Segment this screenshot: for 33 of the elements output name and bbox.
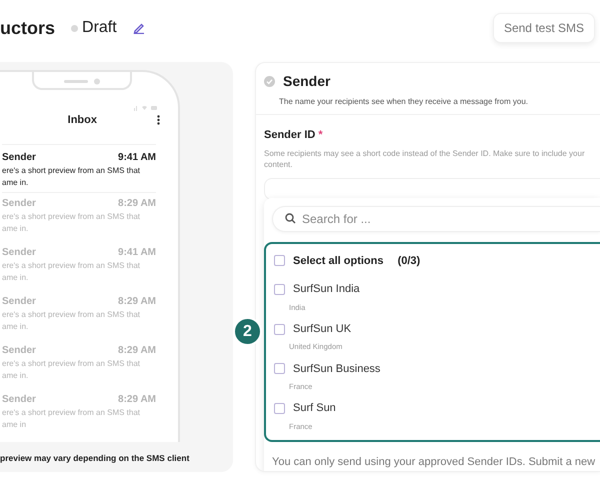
hint-text: content.: [264, 158, 294, 170]
submit-link[interactable]: Submit a new: [528, 456, 596, 468]
checkbox[interactable]: [274, 255, 285, 266]
option-label[interactable]: SurfSun UK: [293, 320, 352, 338]
selection-count: (0/3): [398, 254, 420, 268]
check-circle-icon: [264, 76, 275, 87]
send-test-button[interactable]: Send test SMS: [492, 13, 595, 43]
section-title: Sender: [283, 72, 330, 91]
footer-text: You can only send using your approved Sender IDs.: [272, 456, 526, 468]
select-all-label: Select all options: [293, 254, 384, 268]
inbox-title: Inbox: [68, 113, 97, 128]
option-label[interactable]: SurfSun Business: [293, 360, 380, 377]
option-label[interactable]: Surf Sun: [293, 400, 336, 417]
search-box[interactable]: Search for ...: [272, 206, 600, 232]
status-icons: [134, 104, 158, 111]
status-label: Draft: [82, 18, 117, 38]
option-label[interactable]: SurfSun India: [293, 281, 360, 298]
step-badge: 2: [233, 317, 262, 346]
search-icon: [285, 213, 296, 224]
field-label: Sender ID: [264, 129, 316, 141]
checkbox[interactable]: [274, 403, 285, 414]
more-icon[interactable]: [157, 115, 160, 126]
checkbox[interactable]: [274, 284, 285, 295]
hint-text: Some recipients may see a short code instead of the Sender ID. Make sure to include your: [264, 148, 586, 158]
required-mark: *: [318, 129, 323, 141]
checkbox[interactable]: [274, 363, 285, 374]
checkbox[interactable]: [274, 324, 285, 334]
search-field[interactable]: Search for ...: [302, 210, 600, 228]
section-description: The name your recipients see when they receive a message from you.: [256, 92, 600, 115]
page-title: uctors: [0, 16, 56, 40]
edit-icon[interactable]: [132, 22, 145, 34]
message-item[interactable]: Sender 9:41 AM ere's a short preview from an SMS that ame in.: [2, 144, 156, 193]
status-dot: [71, 24, 78, 32]
